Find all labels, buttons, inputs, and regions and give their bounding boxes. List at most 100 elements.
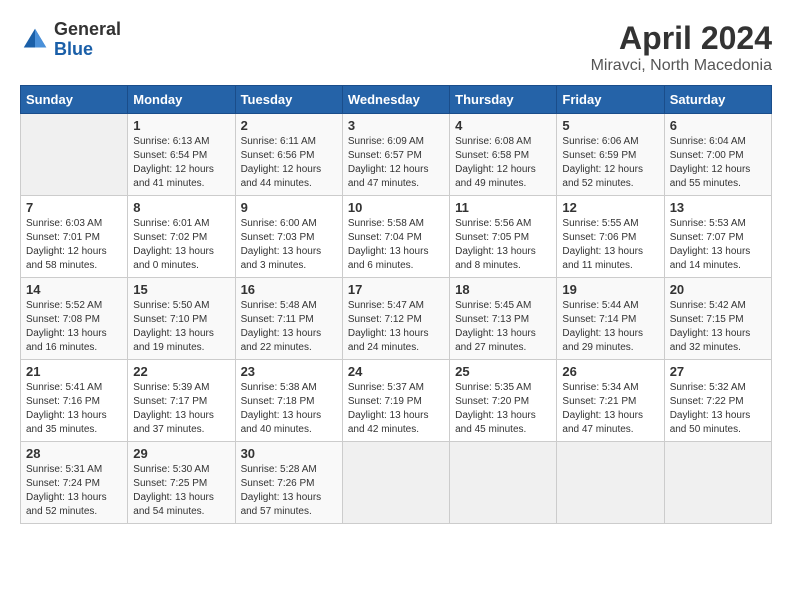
calendar-cell: 11 Sunrise: 5:56 AMSunset: 7:05 PMDayligh…	[450, 196, 557, 278]
day-number: 16	[241, 282, 337, 297]
header: General Blue April 2024 Miravci, North M…	[20, 20, 772, 75]
calendar-week-row: 28 Sunrise: 5:31 AMSunset: 7:24 PMDayligh…	[21, 442, 772, 524]
weekday-header-row: SundayMondayTuesdayWednesdayThursdayFrid…	[21, 86, 772, 114]
day-info: Sunrise: 5:50 AMSunset: 7:10 PMDaylight:…	[133, 299, 229, 355]
day-number: 12	[562, 200, 658, 215]
day-info: Sunrise: 5:37 AMSunset: 7:19 PMDaylight:…	[348, 381, 444, 437]
day-info: Sunrise: 6:11 AMSunset: 6:56 PMDaylight:…	[241, 135, 337, 191]
day-info: Sunrise: 6:03 AMSunset: 7:01 PMDaylight:…	[26, 217, 122, 273]
day-info: Sunrise: 5:48 AMSunset: 7:11 PMDaylight:…	[241, 299, 337, 355]
calendar-cell: 27 Sunrise: 5:32 AMSunset: 7:22 PMDayligh…	[664, 360, 771, 442]
day-number: 28	[26, 446, 122, 461]
calendar-cell	[450, 442, 557, 524]
calendar-cell	[21, 114, 128, 196]
day-number: 15	[133, 282, 229, 297]
day-info: Sunrise: 5:53 AMSunset: 7:07 PMDaylight:…	[670, 217, 766, 273]
calendar-cell: 2 Sunrise: 6:11 AMSunset: 6:56 PMDaylight…	[235, 114, 342, 196]
day-number: 9	[241, 200, 337, 215]
day-number: 17	[348, 282, 444, 297]
calendar-cell: 7 Sunrise: 6:03 AMSunset: 7:01 PMDaylight…	[21, 196, 128, 278]
day-info: Sunrise: 6:08 AMSunset: 6:58 PMDaylight:…	[455, 135, 551, 191]
day-number: 20	[670, 282, 766, 297]
day-number: 3	[348, 118, 444, 133]
calendar-week-row: 1Sunrise: 6:13 AMSunset: 6:54 PMDaylight…	[21, 114, 772, 196]
calendar-cell	[342, 442, 449, 524]
calendar-week-row: 7 Sunrise: 6:03 AMSunset: 7:01 PMDaylight…	[21, 196, 772, 278]
day-number: 5	[562, 118, 658, 133]
calendar-cell: 1Sunrise: 6:13 AMSunset: 6:54 PMDaylight…	[128, 114, 235, 196]
day-number: 2	[241, 118, 337, 133]
logo-general: General	[54, 20, 121, 40]
day-number: 24	[348, 364, 444, 379]
day-number: 11	[455, 200, 551, 215]
day-number: 30	[241, 446, 337, 461]
calendar-table: SundayMondayTuesdayWednesdayThursdayFrid…	[20, 85, 772, 524]
day-info: Sunrise: 5:41 AMSunset: 7:16 PMDaylight:…	[26, 381, 122, 437]
calendar-cell: 3 Sunrise: 6:09 AMSunset: 6:57 PMDaylight…	[342, 114, 449, 196]
calendar-cell	[557, 442, 664, 524]
calendar-cell: 29 Sunrise: 5:30 AMSunset: 7:25 PMDayligh…	[128, 442, 235, 524]
weekday-header: Saturday	[664, 86, 771, 114]
day-info: Sunrise: 5:45 AMSunset: 7:13 PMDaylight:…	[455, 299, 551, 355]
calendar-cell: 20Sunrise: 5:42 AMSunset: 7:15 PMDayligh…	[664, 278, 771, 360]
day-number: 8	[133, 200, 229, 215]
day-info: Sunrise: 6:09 AMSunset: 6:57 PMDaylight:…	[348, 135, 444, 191]
calendar-cell: 14 Sunrise: 5:52 AMSunset: 7:08 PMDayligh…	[21, 278, 128, 360]
logo-text: General Blue	[54, 20, 121, 60]
calendar-cell: 5 Sunrise: 6:06 AMSunset: 6:59 PMDaylight…	[557, 114, 664, 196]
day-number: 26	[562, 364, 658, 379]
day-number: 7	[26, 200, 122, 215]
day-info: Sunrise: 5:56 AMSunset: 7:05 PMDaylight:…	[455, 217, 551, 273]
calendar-week-row: 14 Sunrise: 5:52 AMSunset: 7:08 PMDayligh…	[21, 278, 772, 360]
logo-blue: Blue	[54, 40, 121, 60]
calendar-cell: 13 Sunrise: 5:53 AMSunset: 7:07 PMDayligh…	[664, 196, 771, 278]
day-number: 4	[455, 118, 551, 133]
day-number: 23	[241, 364, 337, 379]
day-number: 25	[455, 364, 551, 379]
calendar-cell: 15 Sunrise: 5:50 AMSunset: 7:10 PMDayligh…	[128, 278, 235, 360]
logo-icon	[20, 25, 50, 55]
calendar-week-row: 21 Sunrise: 5:41 AMSunset: 7:16 PMDayligh…	[21, 360, 772, 442]
day-info: Sunrise: 6:01 AMSunset: 7:02 PMDaylight:…	[133, 217, 229, 273]
calendar-cell: 21 Sunrise: 5:41 AMSunset: 7:16 PMDayligh…	[21, 360, 128, 442]
day-info: Sunrise: 5:28 AMSunset: 7:26 PMDaylight:…	[241, 463, 337, 519]
day-info: Sunrise: 6:13 AMSunset: 6:54 PMDaylight:…	[133, 135, 229, 191]
day-info: Sunrise: 5:30 AMSunset: 7:25 PMDaylight:…	[133, 463, 229, 519]
calendar-cell: 9 Sunrise: 6:00 AMSunset: 7:03 PMDaylight…	[235, 196, 342, 278]
weekday-header: Wednesday	[342, 86, 449, 114]
day-number: 29	[133, 446, 229, 461]
day-number: 22	[133, 364, 229, 379]
weekday-header: Friday	[557, 86, 664, 114]
day-info: Sunrise: 5:32 AMSunset: 7:22 PMDaylight:…	[670, 381, 766, 437]
day-info: Sunrise: 6:04 AMSunset: 7:00 PMDaylight:…	[670, 135, 766, 191]
day-info: Sunrise: 5:44 AMSunset: 7:14 PMDaylight:…	[562, 299, 658, 355]
weekday-header: Tuesday	[235, 86, 342, 114]
day-number: 27	[670, 364, 766, 379]
day-info: Sunrise: 5:52 AMSunset: 7:08 PMDaylight:…	[26, 299, 122, 355]
calendar-body: 1Sunrise: 6:13 AMSunset: 6:54 PMDaylight…	[21, 114, 772, 524]
calendar-cell: 4 Sunrise: 6:08 AMSunset: 6:58 PMDaylight…	[450, 114, 557, 196]
day-number: 10	[348, 200, 444, 215]
day-info: Sunrise: 5:55 AMSunset: 7:06 PMDaylight:…	[562, 217, 658, 273]
day-number: 21	[26, 364, 122, 379]
title-area: April 2024 Miravci, North Macedonia	[591, 20, 772, 75]
calendar-cell: 10Sunrise: 5:58 AMSunset: 7:04 PMDayligh…	[342, 196, 449, 278]
day-info: Sunrise: 5:38 AMSunset: 7:18 PMDaylight:…	[241, 381, 337, 437]
day-info: Sunrise: 5:47 AMSunset: 7:12 PMDaylight:…	[348, 299, 444, 355]
day-number: 14	[26, 282, 122, 297]
day-number: 13	[670, 200, 766, 215]
day-info: Sunrise: 5:35 AMSunset: 7:20 PMDaylight:…	[455, 381, 551, 437]
weekday-header: Thursday	[450, 86, 557, 114]
day-info: Sunrise: 5:34 AMSunset: 7:21 PMDaylight:…	[562, 381, 658, 437]
weekday-header: Sunday	[21, 86, 128, 114]
calendar-cell: 8 Sunrise: 6:01 AMSunset: 7:02 PMDaylight…	[128, 196, 235, 278]
calendar-cell: 24 Sunrise: 5:37 AMSunset: 7:19 PMDayligh…	[342, 360, 449, 442]
calendar-cell: 19Sunrise: 5:44 AMSunset: 7:14 PMDayligh…	[557, 278, 664, 360]
day-info: Sunrise: 6:00 AMSunset: 7:03 PMDaylight:…	[241, 217, 337, 273]
calendar-cell: 30 Sunrise: 5:28 AMSunset: 7:26 PMDayligh…	[235, 442, 342, 524]
calendar-cell	[664, 442, 771, 524]
day-info: Sunrise: 6:06 AMSunset: 6:59 PMDaylight:…	[562, 135, 658, 191]
calendar-cell: 26 Sunrise: 5:34 AMSunset: 7:21 PMDayligh…	[557, 360, 664, 442]
page-title: April 2024	[591, 20, 772, 57]
day-info: Sunrise: 5:31 AMSunset: 7:24 PMDaylight:…	[26, 463, 122, 519]
